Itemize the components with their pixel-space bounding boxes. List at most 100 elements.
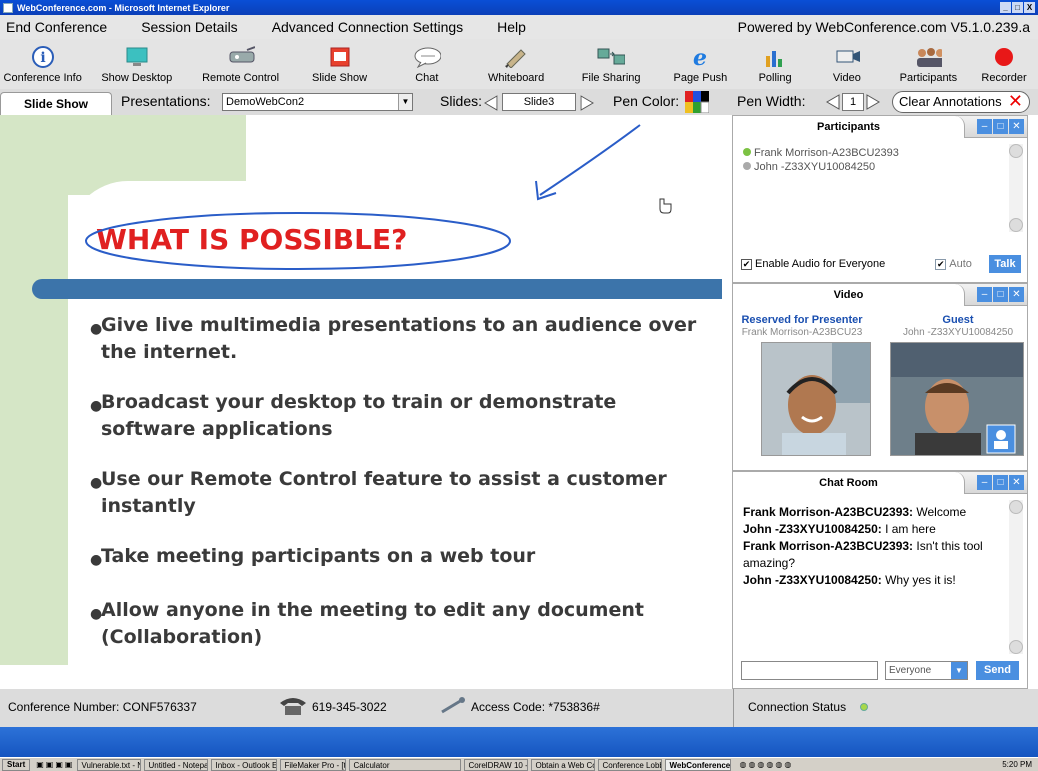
presentation-value: DemoWebCon2	[226, 96, 305, 108]
send-button[interactable]: Send	[976, 661, 1019, 680]
pen-width-increase-icon[interactable]	[866, 94, 880, 113]
taskbar-task[interactable]: Calculator	[349, 758, 462, 771]
slide-bullet: ● Allow anyone in the meeting to edit any…	[90, 599, 644, 648]
chat-scrollbar[interactable]	[1009, 500, 1023, 654]
chat-recipient-value: Everyone	[889, 665, 932, 676]
quick-launch-icons[interactable]: ▣▣▣▣	[36, 760, 74, 769]
taskbar-task[interactable]: FileMaker Pro - [tr...	[280, 758, 347, 771]
scroll-up-icon[interactable]	[1009, 500, 1023, 514]
participants-panel-title: Participants	[733, 116, 965, 138]
panel-minimize-icon[interactable]: –	[977, 287, 992, 302]
menu-advanced-connection-settings[interactable]: Advanced Connection Settings	[272, 19, 463, 35]
slide-show-button[interactable]: Slide Show	[293, 46, 386, 89]
video-button[interactable]: Video	[807, 46, 887, 89]
page-push-button[interactable]: e Page Push	[658, 46, 743, 89]
participants-button[interactable]: Participants	[887, 46, 970, 89]
access-code: Access Code: *753836#	[471, 700, 600, 714]
start-button[interactable]: Start	[2, 758, 31, 771]
previous-slide-arrow-icon[interactable]	[484, 95, 498, 111]
record-icon	[990, 46, 1018, 68]
taskbar-task[interactable]: Inbox - Outlook Ex...	[211, 758, 278, 771]
pen-color-label: Pen Color:	[613, 93, 680, 109]
panel-close-icon[interactable]: ✕	[1009, 119, 1024, 134]
scroll-up-icon[interactable]	[1009, 144, 1023, 158]
video-panel-title: Video	[733, 284, 965, 306]
tool-label: Recorder	[981, 72, 1027, 84]
minimize-button[interactable]: _	[1000, 2, 1011, 13]
show-desktop-button[interactable]: Show Desktop	[85, 46, 188, 89]
clear-annotations-button[interactable]: Clear Annotations ✕	[892, 91, 1030, 113]
tool-label: File Sharing	[581, 72, 641, 84]
talk-button[interactable]: Talk	[989, 255, 1021, 273]
window-title: WebConference.com - Microsoft Internet E…	[17, 2, 230, 13]
window-title-bar: WebConference.com - Microsoft Internet E…	[0, 0, 1038, 15]
guest-video-feed[interactable]	[890, 342, 1024, 456]
chat-message-list: Frank Morrison-A23BCU2393: Welcome John …	[743, 504, 1001, 589]
chat-message: John -Z33XYU10084250: Why yes it is!	[743, 573, 956, 587]
tool-label: Conference Info	[3, 72, 82, 84]
tool-label: Show Desktop	[101, 72, 173, 84]
maximize-button[interactable]: □	[1012, 2, 1023, 13]
conference-info-button[interactable]: i Conference Info	[0, 46, 85, 89]
recorder-button[interactable]: Recorder	[970, 46, 1038, 89]
enable-audio-checkbox[interactable]: ✔	[741, 258, 752, 270]
next-slide-arrow-icon[interactable]	[580, 95, 594, 111]
chat-message: John -Z33XYU10084250: I am here	[743, 522, 936, 536]
menu-help[interactable]: Help	[497, 19, 526, 35]
taskbar-task[interactable]: Untitled - Notepad	[144, 758, 209, 771]
taskbar-task[interactable]: Obtain a Web Con...	[531, 758, 596, 771]
panel-close-icon[interactable]: ✕	[1009, 475, 1024, 490]
chat-button[interactable]: Chat	[386, 46, 467, 89]
pen-width-decrease-icon[interactable]	[826, 94, 840, 113]
whiteboard-button[interactable]: Whiteboard	[468, 46, 565, 89]
slide-bullets: ● Give live multimedia presentations to a…	[90, 312, 710, 674]
tool-label: Participants	[899, 72, 958, 84]
chat-recipient-select[interactable]: Everyone ▼	[885, 661, 968, 680]
participant-item[interactable]: Frank Morrison-A23BCU2393	[743, 146, 899, 160]
panel-maximize-icon[interactable]: □	[993, 119, 1008, 134]
online-status-icon	[743, 162, 751, 170]
panel-minimize-icon[interactable]: –	[977, 119, 992, 134]
pen-width-label: Pen Width:	[737, 93, 806, 109]
presentation-select[interactable]: DemoWebCon2 ▼	[222, 93, 413, 111]
slide-number-field[interactable]: Slide3	[502, 93, 576, 111]
scroll-down-icon[interactable]	[1009, 218, 1023, 232]
conference-number: Conference Number: CONF576337	[8, 700, 197, 714]
auto-checkbox[interactable]: ✔	[935, 258, 947, 270]
taskbar-task[interactable]: Conference Lobby...	[598, 758, 663, 771]
panel-close-icon[interactable]: ✕	[1009, 287, 1024, 302]
file-sharing-button[interactable]: File Sharing	[565, 46, 658, 89]
pen-width-field[interactable]: 1	[842, 93, 864, 111]
slides-label: Slides:	[440, 93, 483, 109]
close-window-button[interactable]: X	[1024, 2, 1035, 13]
status-bar: Conference Number: CONF576337 619-345-30…	[0, 689, 1038, 727]
annotation-layer	[85, 124, 672, 270]
panel-maximize-icon[interactable]: □	[993, 475, 1008, 490]
scroll-down-icon[interactable]	[1009, 640, 1023, 654]
panel-minimize-icon[interactable]: –	[977, 475, 992, 490]
panel-maximize-icon[interactable]: □	[993, 287, 1008, 302]
chat-message: Frank Morrison-A23BCU2393: Welcome	[743, 505, 967, 519]
chat-message-input[interactable]	[741, 661, 878, 680]
taskbar-task-active[interactable]: WebConference...	[665, 758, 732, 771]
pen-color-palette[interactable]	[685, 91, 710, 114]
guest-video-label: Guest	[942, 314, 974, 326]
taskbar-task[interactable]: CorelDRAW 10 - [...	[464, 758, 529, 771]
system-tray-icons[interactable]: ◍◍◍◍◍◍	[739, 760, 793, 769]
chevron-down-icon: ▼	[398, 94, 412, 110]
polling-button[interactable]: Polling	[743, 46, 807, 89]
file-sharing-icon	[597, 46, 626, 68]
tool-label: Whiteboard	[487, 72, 545, 84]
slide-canvas[interactable]: WHAT IS POSSIBLE? ● Give live multimedia …	[0, 115, 732, 688]
taskbar-task[interactable]: Vulnerable.txt - N...	[77, 758, 142, 771]
participant-item[interactable]: John -Z33XYU10084250	[743, 160, 899, 174]
menu-session-details[interactable]: Session Details	[141, 19, 238, 35]
remote-control-button[interactable]: Remote Control	[188, 46, 293, 89]
chat-bubble-icon	[413, 46, 441, 68]
tab-slide-show[interactable]: Slide Show	[0, 92, 112, 115]
access-code-icon	[440, 696, 466, 716]
menu-end-conference[interactable]: End Conference	[6, 19, 107, 35]
participants-scrollbar[interactable]	[1009, 144, 1023, 232]
presenter-video-feed[interactable]	[761, 342, 871, 456]
slide-controls-bar: Slide Show Presentations: DemoWebCon2 ▼ …	[0, 89, 1038, 115]
